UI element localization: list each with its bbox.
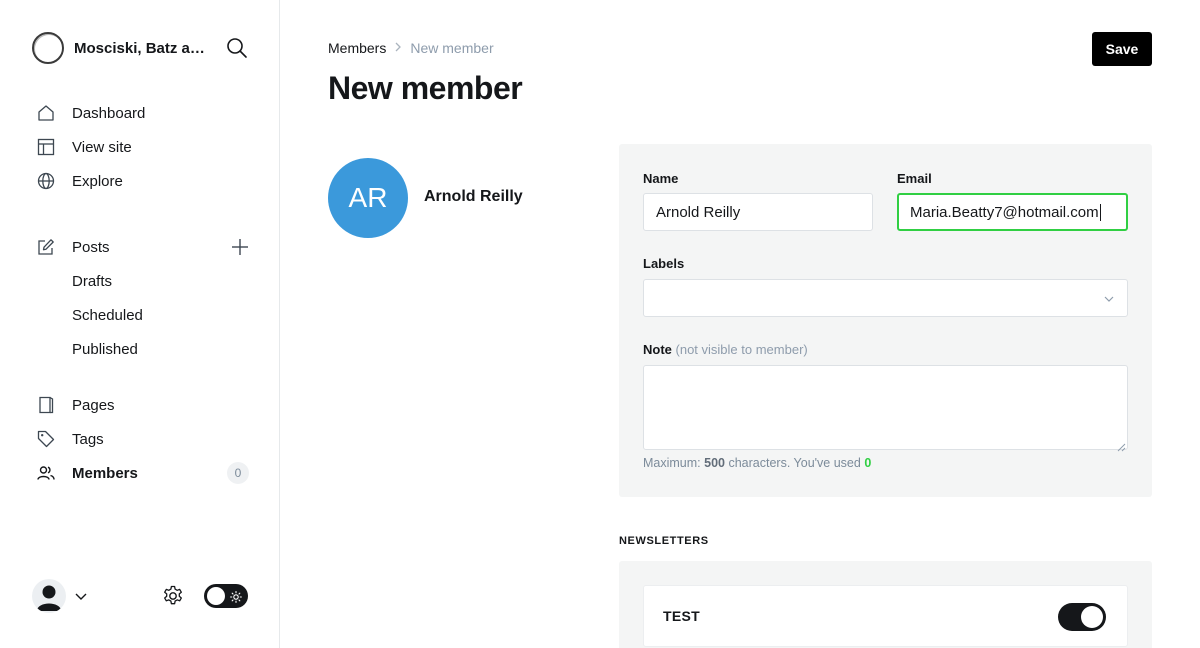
globe-icon (36, 171, 56, 191)
hint-used-count: 0 (864, 456, 872, 470)
newsletters-heading: NEWSLETTERS (619, 535, 709, 547)
chevron-down-icon (1103, 292, 1115, 304)
labels-select[interactable] (643, 279, 1128, 317)
site-logo[interactable] (32, 32, 64, 64)
new-post-plus-icon[interactable] (230, 237, 250, 257)
note-label-hint: (not visible to member) (675, 342, 808, 357)
sidebar-item-posts[interactable]: Posts (32, 230, 250, 264)
page-icon (36, 395, 56, 415)
text-caret (1099, 203, 1101, 221)
note-textarea[interactable] (643, 365, 1128, 452)
resize-handle-icon[interactable] (1117, 439, 1126, 452)
manage-nav: Pages Tags Members 0 (32, 388, 250, 490)
sidebar-item-label: Posts (72, 238, 110, 256)
email-input-value: Maria.Beatty7@hotmail.com (910, 203, 1099, 221)
edit-icon (36, 237, 56, 257)
breadcrumb: Members New member (328, 40, 494, 56)
site-title[interactable]: Mosciski, Batz and Spinka (74, 40, 214, 57)
sun-icon (230, 590, 242, 603)
chevron-down-icon[interactable] (74, 589, 88, 603)
sidebar-item-label: Pages (72, 396, 115, 414)
sidebar-item-label: Scheduled (72, 306, 143, 324)
email-label: Email (897, 171, 932, 186)
name-input[interactable]: Arnold Reilly (643, 193, 873, 231)
sidebar-item-tags[interactable]: Tags (32, 422, 250, 456)
newsletter-item: TEST (643, 585, 1128, 647)
sidebar-item-label: Dashboard (72, 104, 146, 122)
save-button[interactable]: Save (1092, 32, 1152, 66)
hint-max: 500 (704, 456, 725, 470)
member-name: Arnold Reilly (424, 188, 523, 205)
tag-icon (36, 429, 56, 449)
site-header: Mosciski, Batz and Spinka (32, 32, 248, 64)
member-avatar: AR (328, 158, 408, 238)
hint-middle: characters. You've used (728, 456, 861, 470)
members-icon (36, 463, 56, 483)
breadcrumb-current: New member (410, 40, 494, 56)
sidebar: Mosciski, Batz and Spinka Dashboard View… (0, 0, 280, 648)
labels-label: Labels (643, 256, 685, 271)
breadcrumb-members-link[interactable]: Members (328, 40, 386, 56)
hint-prefix: Maximum: (643, 456, 701, 470)
toggle-knob (207, 587, 225, 605)
newsletters-card: TEST (619, 561, 1152, 648)
user-avatar[interactable] (32, 579, 66, 613)
note-label-text: Note (643, 342, 672, 357)
sidebar-item-label: Members (72, 464, 138, 482)
toggle-knob (1081, 606, 1103, 628)
newsletter-name: TEST (663, 608, 700, 624)
layout-icon (36, 137, 56, 157)
sidebar-item-label: Tags (72, 430, 104, 448)
email-input[interactable]: Maria.Beatty7@hotmail.com (897, 193, 1128, 231)
page-title: New member (328, 70, 523, 106)
sidebar-item-members[interactable]: Members 0 (32, 456, 250, 490)
sidebar-footer (32, 579, 248, 613)
newsletter-toggle[interactable] (1058, 603, 1106, 631)
note-label: Note (not visible to member) (643, 342, 808, 357)
sidebar-item-label: Drafts (72, 272, 113, 290)
theme-toggle[interactable] (204, 584, 248, 608)
sidebar-item-label: Explore (72, 172, 123, 190)
sidebar-item-view-site[interactable]: View site (32, 130, 250, 164)
member-form: Name Arnold Reilly Email Maria.Beatty7@h… (619, 144, 1152, 497)
note-char-hint: Maximum: 500 characters. You've used 0 (643, 456, 871, 470)
sidebar-item-published[interactable]: Published (32, 332, 250, 366)
name-input-value: Arnold Reilly (656, 203, 741, 221)
search-icon[interactable] (226, 37, 248, 59)
sidebar-item-pages[interactable]: Pages (32, 388, 250, 422)
main-nav: Dashboard View site Explore (32, 96, 250, 198)
sidebar-item-label: Published (72, 340, 138, 358)
name-label: Name (643, 171, 679, 186)
home-icon (36, 103, 56, 123)
sidebar-item-scheduled[interactable]: Scheduled (32, 298, 250, 332)
sidebar-item-label: View site (72, 138, 132, 156)
sidebar-item-drafts[interactable]: Drafts (32, 264, 250, 298)
members-count-badge: 0 (227, 462, 249, 484)
sidebar-item-explore[interactable]: Explore (32, 164, 250, 198)
content-nav: Posts Drafts Scheduled Published (32, 230, 250, 366)
chevron-right-icon (394, 41, 402, 55)
sidebar-item-dashboard[interactable]: Dashboard (32, 96, 250, 130)
gear-icon[interactable] (161, 584, 185, 608)
